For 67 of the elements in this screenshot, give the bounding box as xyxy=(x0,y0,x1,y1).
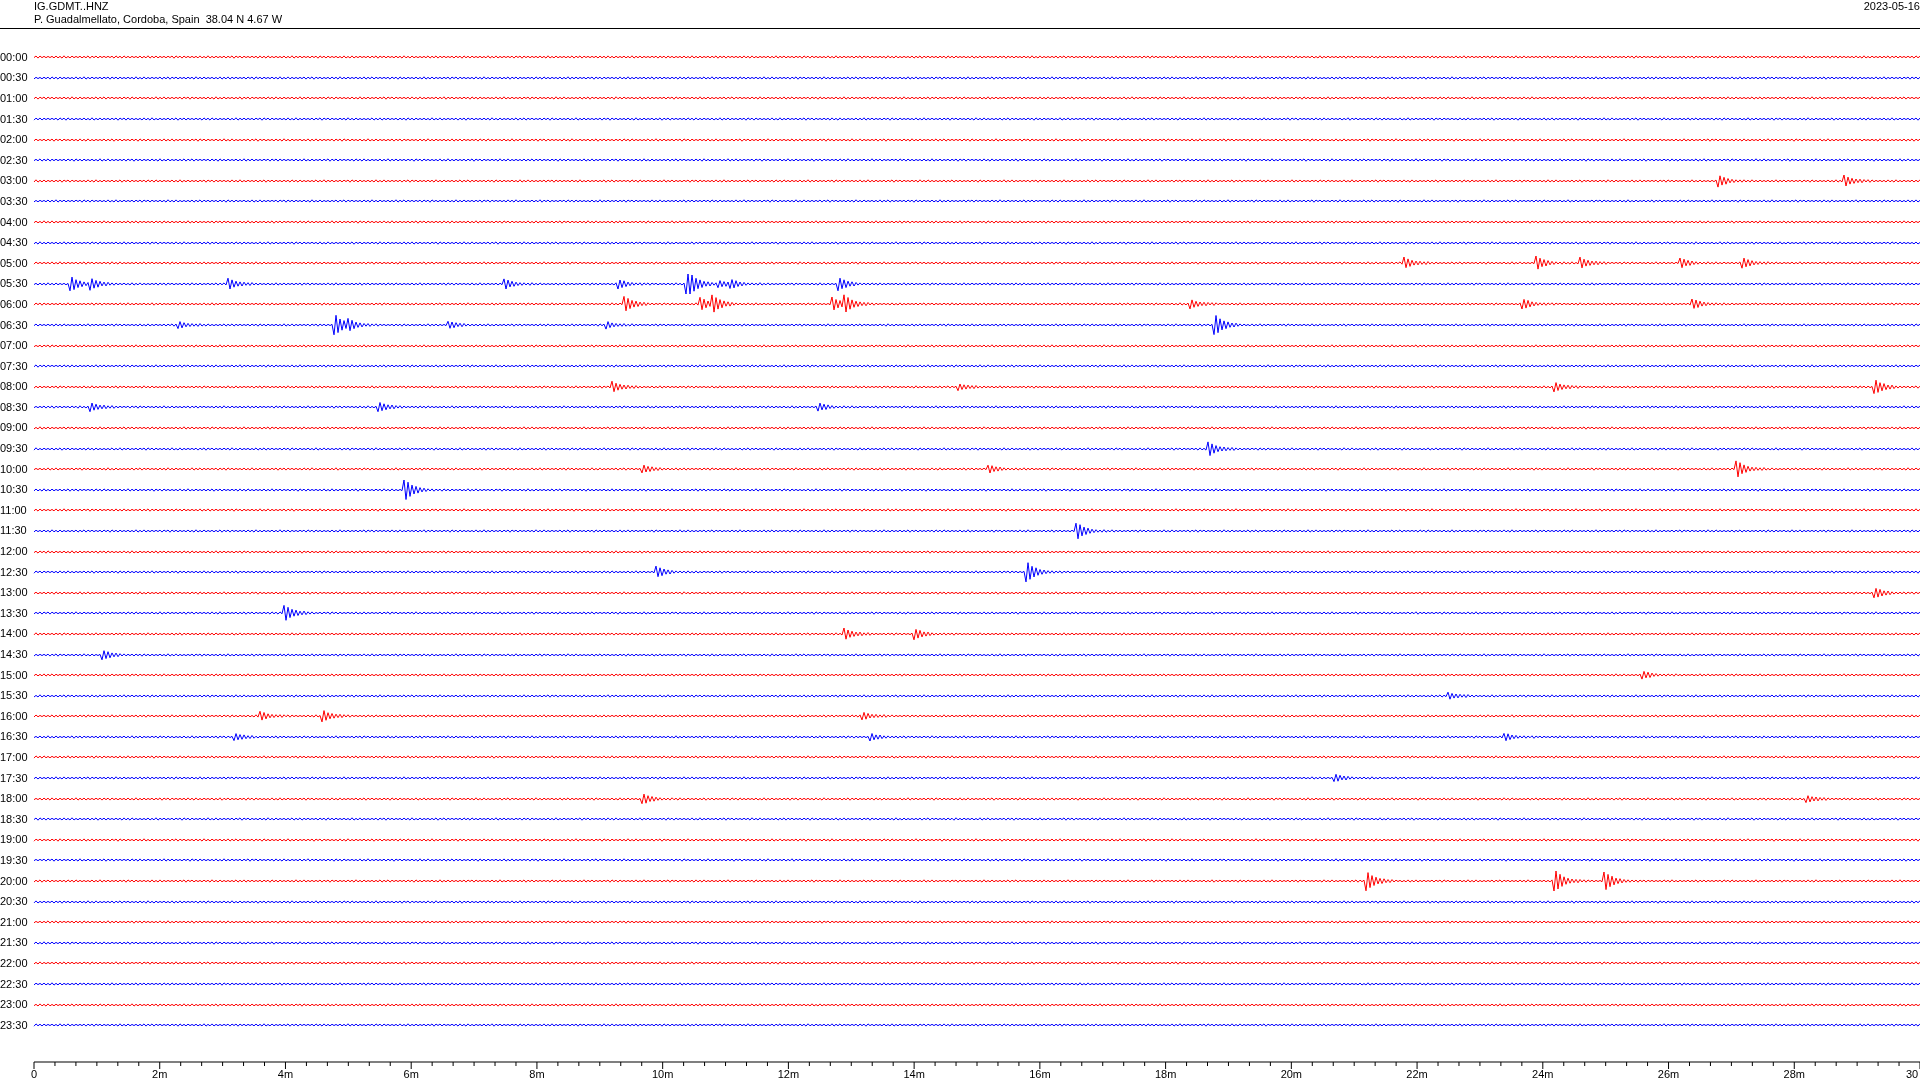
time-label: 10:30 xyxy=(0,483,29,497)
time-label: 23:30 xyxy=(0,1018,29,1032)
time-label: 21:00 xyxy=(0,915,29,929)
time-label: 15:30 xyxy=(0,689,29,703)
axis-label: 28m xyxy=(1783,1067,1805,1080)
time-label: 22:30 xyxy=(0,977,29,991)
time-label: 02:00 xyxy=(0,133,29,147)
time-label: 05:00 xyxy=(0,256,29,270)
axis-label: 10m xyxy=(651,1067,674,1080)
time-label: 11:30 xyxy=(0,524,28,538)
time-label: 22:00 xyxy=(0,956,29,970)
date-label: 2023-05-16 xyxy=(1863,0,1920,13)
time-label: 02:30 xyxy=(0,153,29,167)
time-label: 07:30 xyxy=(0,359,29,373)
time-label: 05:30 xyxy=(0,277,29,291)
axis-label: 14m xyxy=(903,1067,925,1080)
time-label: 20:30 xyxy=(0,895,29,909)
time-label: 13:00 xyxy=(0,586,29,600)
axis-label: 4m xyxy=(277,1067,294,1080)
axis-label: 8m xyxy=(529,1067,545,1080)
time-label: 08:30 xyxy=(0,400,29,414)
axis-label: 6m xyxy=(403,1067,419,1080)
time-label: 18:00 xyxy=(0,792,29,806)
time-label: 08:00 xyxy=(0,380,29,394)
axis-label: 20m xyxy=(1280,1067,1303,1080)
time-label: 00:30 xyxy=(0,71,29,85)
time-label: 04:00 xyxy=(0,215,29,229)
time-label: 10:00 xyxy=(0,462,29,476)
axis-label: 16m xyxy=(1029,1067,1051,1080)
time-label: 01:30 xyxy=(0,112,29,126)
axis-label: 30 xyxy=(1906,1067,1919,1080)
time-label: 16:00 xyxy=(0,709,29,723)
time-label: 13:30 xyxy=(0,606,29,620)
time-label: 20:00 xyxy=(0,874,29,888)
time-label: 04:30 xyxy=(0,236,29,250)
time-label: 11:00 xyxy=(0,503,28,517)
time-label: 19:30 xyxy=(0,853,29,867)
time-label: 12:00 xyxy=(0,545,29,559)
time-label: 18:30 xyxy=(0,812,29,826)
time-label: 03:30 xyxy=(0,194,29,208)
axis-label: 18m xyxy=(1154,1067,1177,1080)
time-label: 19:00 xyxy=(0,833,29,847)
time-label: 01:00 xyxy=(0,92,29,105)
time-label: 00:00 xyxy=(0,50,29,64)
time-label: 17:30 xyxy=(0,771,29,785)
axis-label: 24m xyxy=(1532,1067,1554,1080)
time-label: 14:00 xyxy=(0,627,29,641)
axis-label: 26m xyxy=(1657,1067,1680,1080)
station-location: P. Guadalmellato, Cordoba, Spain 38.04 N 4.67 W xyxy=(34,13,283,26)
time-label: 17:00 xyxy=(0,751,29,764)
station-code: IG.GDMT..HNZ xyxy=(34,0,110,13)
time-label: 03:00 xyxy=(0,174,29,188)
time-label: 23:00 xyxy=(0,998,29,1012)
axis-label: 12m xyxy=(777,1067,800,1080)
axis-label: 0 xyxy=(30,1067,38,1080)
time-label: 14:30 xyxy=(0,648,29,661)
time-label: 07:00 xyxy=(0,339,29,353)
time-label: 16:30 xyxy=(0,730,29,744)
time-label: 09:30 xyxy=(0,442,29,456)
time-label: 21:30 xyxy=(0,936,29,950)
time-label: 15:00 xyxy=(0,668,29,682)
time-label: 12:30 xyxy=(0,565,29,579)
time-label: 06:30 xyxy=(0,318,29,332)
time-label: 09:00 xyxy=(0,421,29,435)
axis-label: 2m xyxy=(152,1067,168,1080)
axis-label: 22m xyxy=(1406,1067,1428,1080)
time-label: 06:00 xyxy=(0,297,29,311)
